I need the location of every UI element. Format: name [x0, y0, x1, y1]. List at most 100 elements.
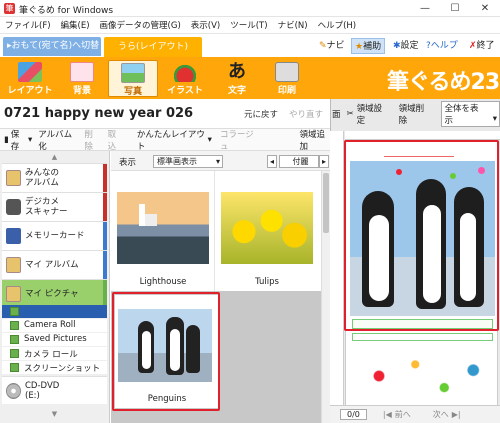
menu-navi[interactable]: ナビ(N) [278, 19, 308, 31]
exit-icon: ✗ [469, 41, 477, 51]
folder-icon [6, 286, 21, 302]
prev-page-button[interactable]: 前へ [395, 409, 411, 420]
ribbon-background-button[interactable]: 背景 [57, 60, 107, 97]
view-mode-select[interactable]: 標準画表示 ▾ [153, 155, 223, 168]
next-page-button[interactable]: 次へ [433, 409, 449, 420]
settings-button[interactable]: ✱設定 [390, 38, 422, 54]
album-icon [6, 257, 21, 273]
sidebar-item-camera-scanner[interactable]: デジカメ スキャナー [2, 192, 107, 222]
camera-icon [6, 199, 21, 215]
tab-front-address[interactable]: ▸おもて(宛て名)へ切替 [3, 37, 101, 56]
sidebar-subitem-saved-pictures[interactable]: Saved Pictures [2, 333, 107, 346]
photo-caption: Lighthouse [139, 277, 187, 287]
navi-button[interactable]: ✎ナビ [316, 38, 348, 54]
sort-prev-button[interactable]: ◂ [267, 155, 277, 168]
disc-icon [6, 383, 21, 399]
delete-button[interactable]: 削除 [84, 128, 99, 152]
page-navigation: 0/0 |◀ 前へ 次へ ▶| [330, 405, 500, 423]
star-icon: ★ [355, 42, 364, 52]
ribbon-layout-button[interactable]: レイアウト [5, 60, 55, 97]
sidebar-subitem-camera-roll-jp[interactable]: カメラ ロール [2, 347, 107, 360]
undo-button[interactable]: 元に戻す [244, 108, 278, 120]
scissors-icon: ✂ [346, 109, 354, 119]
document-title: 0721 happy new year 026 [4, 106, 194, 121]
navi-icon: ✎ [319, 41, 327, 51]
photo-icon [121, 63, 145, 83]
chevron-down-icon: ▾ [492, 114, 497, 124]
menu-tools[interactable]: ツール(T) [230, 19, 267, 31]
zoom-select[interactable]: 全体を表示 ▾ [440, 101, 500, 127]
first-page-button[interactable]: |◀ [383, 410, 392, 419]
scroll-down-icon[interactable]: ▼ [2, 410, 107, 420]
album-button[interactable]: アルバム化 [38, 128, 76, 152]
help-button[interactable]: ?ヘルプ [423, 38, 461, 54]
text-area[interactable] [352, 333, 493, 341]
chevron-down-icon: ▾ [207, 134, 212, 145]
memory-card-icon [6, 228, 21, 244]
app-icon: 筆 [4, 3, 15, 14]
chevron-down-icon: ▾ [27, 134, 33, 145]
photo-caption: Tulips [255, 277, 279, 287]
folder-icon [10, 349, 19, 358]
save-button[interactable]: 保存 [11, 128, 26, 152]
close-button[interactable]: ✕ [470, 0, 500, 17]
sidebar-item-cd-dvd[interactable]: CD-DVD (E:) [2, 376, 107, 404]
sidebar-subitem-selected[interactable] [2, 305, 107, 318]
sidebar-item-shared-album[interactable]: みんなの アルバム [2, 163, 107, 193]
sort-select[interactable]: 付麗 [279, 155, 319, 168]
horizontal-ruler [345, 131, 500, 140]
last-page-button[interactable]: ▶| [452, 410, 461, 419]
tab-back-layout[interactable]: うら(レイアウト) [104, 37, 202, 57]
decoration-area [350, 347, 495, 405]
ribbon-text-button[interactable]: あ 文字 [212, 60, 262, 97]
menu-image-data[interactable]: 画像データの管理(G) [100, 19, 181, 31]
highlight-box [112, 292, 220, 411]
photo-thumb-tulips[interactable]: Tulips [215, 171, 319, 291]
sidebar-item-memory-card[interactable]: メモリーカード [2, 221, 107, 251]
area-settings-button[interactable]: 領域設定 [357, 102, 391, 126]
gallery-scrollbar[interactable] [321, 171, 330, 423]
photo-thumb-lighthouse[interactable]: Lighthouse [111, 171, 215, 291]
menu-view[interactable]: 表示(V) [191, 19, 220, 31]
area-toolbar: 面 ✂ 領域設定 領域削除 全体を表示 ▾ [330, 101, 500, 127]
printer-icon [275, 62, 299, 82]
menu-edit[interactable]: 編集(E) [61, 19, 90, 31]
tulips-image [221, 192, 313, 264]
sidebar-item-my-album[interactable]: マイ アルバム [2, 250, 107, 280]
add-area-button[interactable]: 領域追加 [299, 128, 330, 152]
view-bar: 表示 標準画表示 ▾ ◂ 付麗 ▸ [111, 151, 330, 171]
folder-icon [10, 363, 19, 372]
highlight-box [344, 140, 499, 331]
brush-text-icon: あ [228, 61, 246, 82]
minimize-button[interactable]: — [410, 0, 440, 17]
layout-icon [18, 62, 42, 82]
menu-bar: ファイル(F) 編集(E) 画像データの管理(G) 表示(V) ツール(T) ナ… [0, 17, 500, 34]
window-title: 筆ぐるめ for Windows [19, 6, 114, 16]
redo-button[interactable]: やり直す [289, 108, 323, 120]
photo-toolbar: ▮ 保存 ▾ アルバム化 削除 取込 かんたんレイアウト ▾ コラージュ 領域追… [0, 128, 330, 152]
scrollbar-thumb[interactable] [323, 173, 329, 233]
ribbon-photo-button[interactable]: 写真 [108, 60, 158, 97]
area-delete-button[interactable]: 領域削除 [399, 102, 433, 126]
folder-icon [10, 321, 19, 330]
tab-bar: ▸おもて(宛て名)へ切替 うら(レイアウト) ✎ナビ ★補助 ✱設定 ?ヘルプ … [0, 34, 500, 57]
folder-icon [10, 335, 19, 344]
import-button[interactable]: 取込 [108, 128, 123, 152]
scroll-up-icon[interactable]: ▲ [2, 153, 107, 162]
album-icon [6, 170, 21, 186]
page-counter: 0/0 [340, 409, 367, 420]
ribbon-print-button[interactable]: 印刷 [262, 60, 312, 97]
collage-button[interactable]: コラージュ [220, 128, 258, 152]
exit-button[interactable]: ✗終了 [466, 38, 498, 54]
menu-file[interactable]: ファイル(F) [5, 19, 51, 31]
sort-next-button[interactable]: ▸ [319, 155, 329, 168]
chevron-down-icon: ▾ [215, 157, 220, 166]
sidebar-subitem-camera-roll[interactable]: Camera Roll [2, 319, 107, 332]
menu-help[interactable]: ヘルプ(H) [318, 19, 357, 31]
maximize-button[interactable]: ☐ [440, 0, 470, 17]
assist-button[interactable]: ★補助 [351, 38, 386, 54]
ribbon-illust-button[interactable]: イラスト [160, 60, 210, 97]
sidebar-subitem-screenshots[interactable]: スクリーンショット [2, 361, 107, 374]
easy-layout-button[interactable]: かんたんレイアウト [137, 128, 206, 152]
sidebar-item-my-pictures[interactable]: マイ ピクチャ [2, 279, 107, 309]
